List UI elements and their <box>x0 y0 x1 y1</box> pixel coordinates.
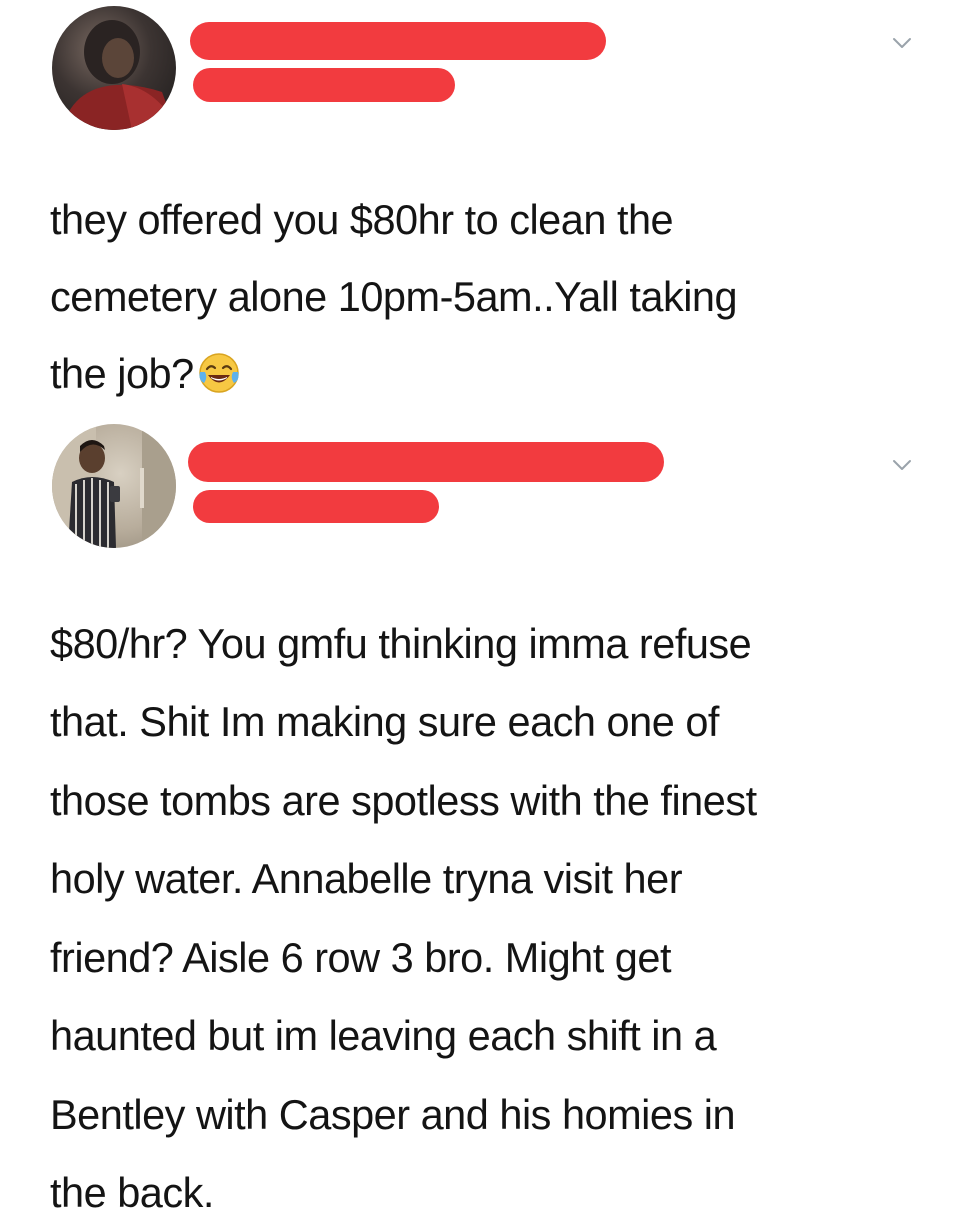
user-avatar[interactable] <box>52 6 176 130</box>
avatar-photo-icon <box>62 20 176 130</box>
username-redaction <box>193 68 455 102</box>
avatar-photo-icon <box>52 424 176 548</box>
display-name-redaction <box>188 442 664 482</box>
reply-text: $80/hr? You gmfu thinking imma refuse th… <box>50 620 757 1216</box>
face-with-tears-of-joy-emoji-icon <box>198 353 239 394</box>
tweet-card: they offered you $80hr to clean the ceme… <box>0 0 961 410</box>
chevron-down-icon[interactable] <box>891 454 913 476</box>
display-name-redaction <box>190 22 606 60</box>
user-avatar[interactable] <box>52 424 176 548</box>
chevron-down-icon[interactable] <box>891 32 913 54</box>
username-redaction <box>193 490 439 523</box>
tweet-text: they offered you $80hr to clean the ceme… <box>50 181 910 413</box>
tweet-card: $80/hr? You gmfu thinking imma refuse th… <box>0 410 961 1216</box>
tweet-text-content: they offered you $80hr to clean the ceme… <box>50 196 738 398</box>
